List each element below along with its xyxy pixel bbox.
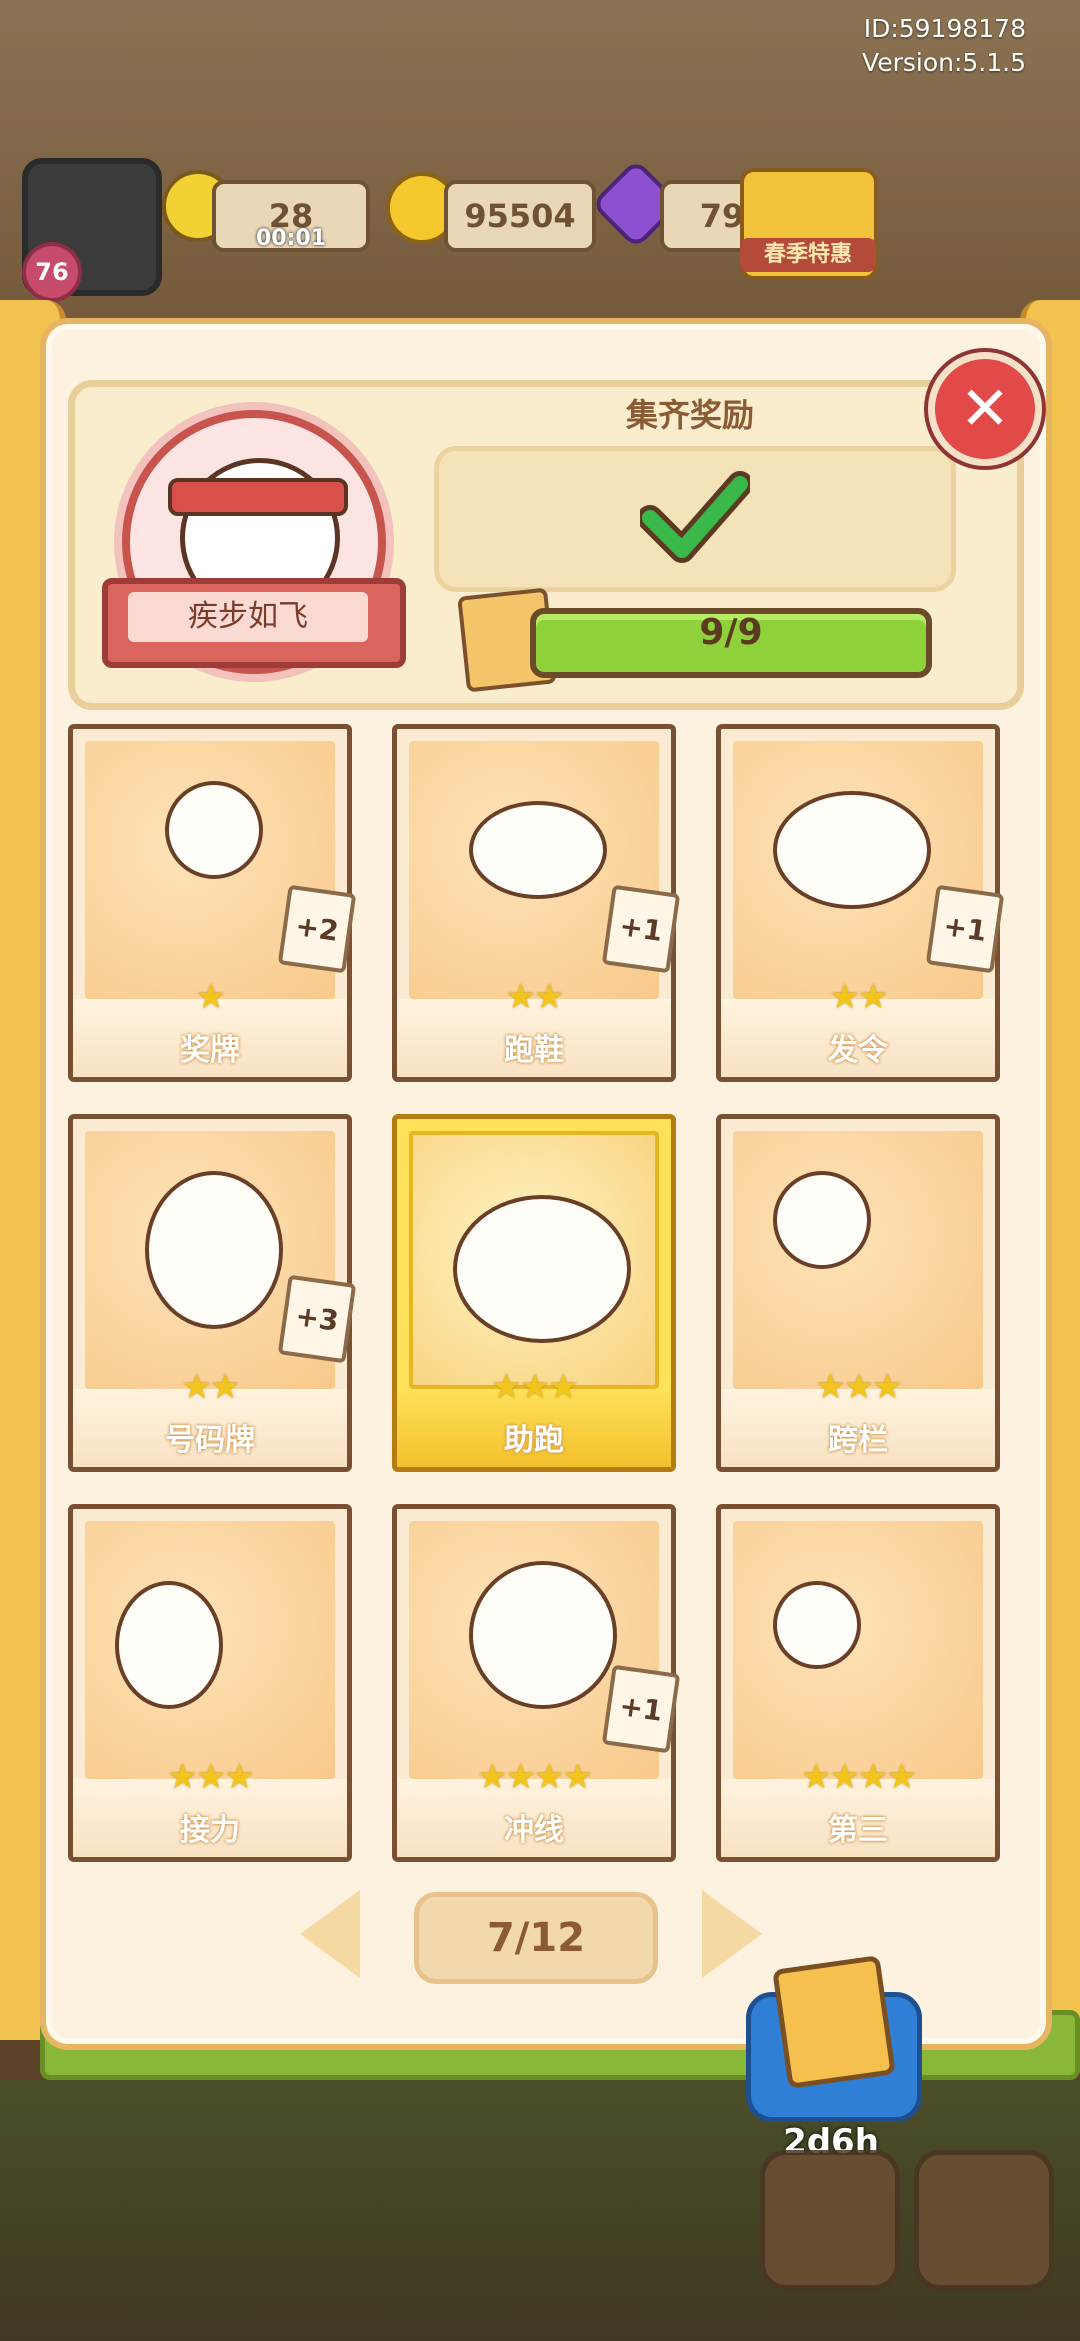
star-rating: ★★ bbox=[505, 977, 565, 1017]
duplicate-count-badge: +3 bbox=[277, 1274, 357, 1364]
album-card[interactable]: ★★★★ 第三 bbox=[716, 1504, 1000, 1862]
page-indicator: 7/12 bbox=[414, 1892, 658, 1984]
card-art bbox=[733, 1131, 983, 1389]
chick-icon bbox=[165, 781, 263, 879]
chick-icon bbox=[115, 1581, 223, 1709]
friends-button[interactable] bbox=[914, 2150, 1054, 2290]
star-rating: ★★ bbox=[829, 977, 889, 1017]
card-name: 冲线 bbox=[504, 1813, 564, 1848]
star-rating: ★★★ bbox=[491, 1367, 578, 1407]
duplicate-count-badge: +2 bbox=[277, 884, 357, 974]
card-name: 跨栏 bbox=[828, 1423, 888, 1458]
chick-icon bbox=[773, 1171, 871, 1269]
album-card[interactable]: ★★★ 助跑 bbox=[392, 1114, 676, 1472]
card-name: 跑鞋 bbox=[504, 1033, 564, 1068]
chick-icon bbox=[469, 1561, 617, 1709]
energy-timer: 00:01 bbox=[256, 226, 327, 251]
star-rating: ★★★★ bbox=[801, 1757, 917, 1797]
album-card[interactable]: ★ 奖牌 +2 bbox=[68, 724, 357, 1082]
close-icon: ✕ bbox=[959, 374, 1011, 444]
chick-icon bbox=[773, 1581, 861, 1669]
card-art bbox=[733, 1521, 983, 1779]
duplicate-count-badge: +1 bbox=[925, 884, 1005, 974]
chevron-left-icon[interactable] bbox=[300, 1890, 360, 1978]
coin-counter[interactable]: 95504 bbox=[444, 180, 596, 252]
reward-title: 集齐奖励 bbox=[625, 396, 754, 434]
close-button[interactable]: ✕ bbox=[928, 352, 1042, 466]
card-art bbox=[85, 1521, 335, 1779]
player-id: ID:59198178 bbox=[863, 14, 1026, 43]
card-name: 助跑 bbox=[504, 1423, 564, 1458]
chick-icon bbox=[145, 1171, 283, 1329]
inventory-button[interactable] bbox=[760, 2150, 900, 2290]
version-label: Version:5.1.5 bbox=[862, 48, 1026, 77]
card-name: 号码牌 bbox=[165, 1423, 255, 1458]
album-card[interactable]: ★★★ 跨栏 bbox=[716, 1114, 1000, 1472]
coin-value: 95504 bbox=[464, 197, 576, 235]
album-card[interactable]: ★★ 发令 +1 bbox=[716, 724, 1005, 1082]
chick-icon bbox=[773, 791, 931, 909]
card-name: 接力 bbox=[180, 1813, 240, 1848]
chick-icon bbox=[469, 801, 607, 899]
card-name: 发令 bbox=[828, 1033, 888, 1068]
page-number: 7/12 bbox=[486, 1915, 586, 1961]
level-badge: 76 bbox=[22, 242, 82, 302]
card-pack-icon bbox=[772, 1955, 896, 2089]
set-name: 疾步如飞 bbox=[128, 592, 368, 642]
chevron-right-icon[interactable] bbox=[702, 1890, 762, 1978]
card-art bbox=[409, 1131, 659, 1389]
collection-progress-text: 9/9 bbox=[699, 612, 763, 653]
star-rating: ★★★ bbox=[167, 1757, 254, 1797]
duplicate-count-badge: +1 bbox=[601, 1664, 681, 1754]
chick-icon bbox=[453, 1195, 631, 1343]
star-rating: ★★★★ bbox=[477, 1757, 593, 1797]
album-card[interactable]: ★★ 跑鞋 +1 bbox=[392, 724, 681, 1082]
promo-label: 春季特惠 bbox=[740, 238, 876, 272]
build-info: ID:59198178 Version:5.1.5 bbox=[862, 12, 1026, 80]
album-card[interactable]: ★★★★ 冲线 +1 bbox=[392, 1504, 681, 1862]
card-name: 奖牌 bbox=[180, 1033, 240, 1068]
album-card[interactable]: ★★ 号码牌 +3 bbox=[68, 1114, 357, 1472]
check-icon bbox=[640, 471, 750, 563]
duplicate-count-badge: +1 bbox=[601, 884, 681, 974]
star-rating: ★★★ bbox=[815, 1367, 902, 1407]
star-rating: ★ bbox=[195, 977, 226, 1017]
set-name-ribbon: 疾步如飞 bbox=[102, 578, 406, 668]
headband-icon bbox=[168, 478, 348, 516]
gem-value: 79 bbox=[699, 197, 745, 235]
album-card[interactable]: ★★★ 接力 bbox=[68, 1504, 352, 1862]
star-rating: ★★ bbox=[181, 1367, 241, 1407]
card-name: 第三 bbox=[828, 1813, 888, 1848]
